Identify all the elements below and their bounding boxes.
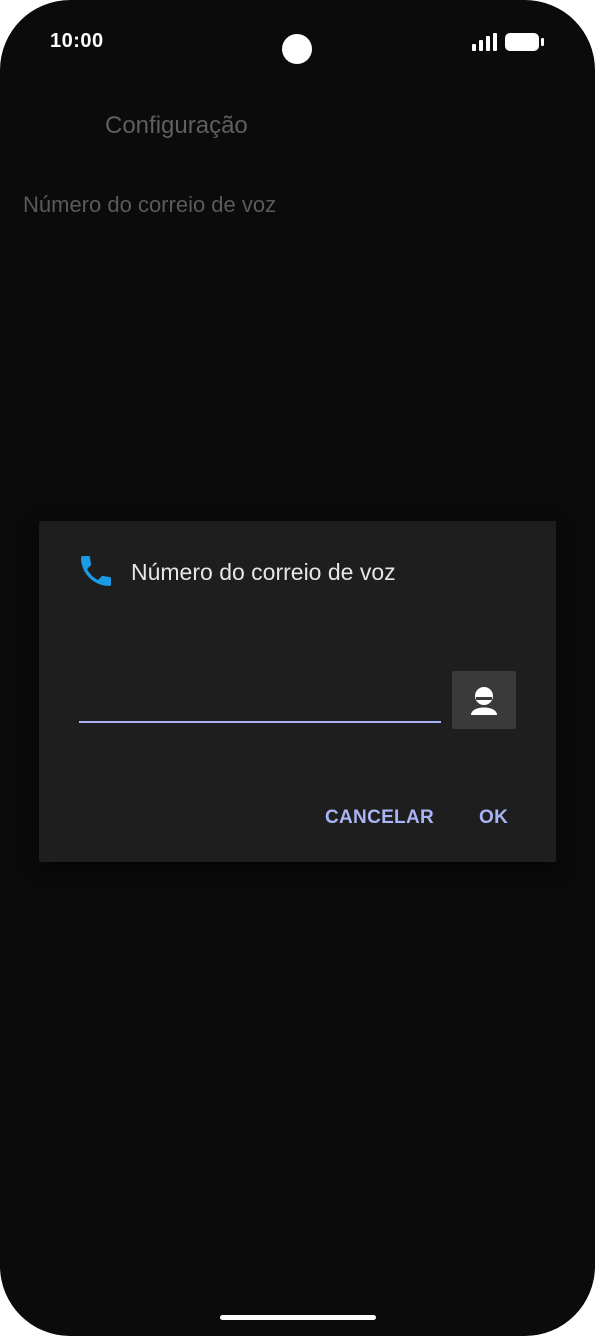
- phone-screen: 10:00 Configuração Número do correio de …: [0, 0, 595, 1336]
- battery-icon: [505, 33, 544, 51]
- cancel-button[interactable]: CANCELAR: [325, 807, 434, 829]
- voicemail-number-setting[interactable]: Número do correio de voz: [23, 192, 276, 218]
- phone-icon: [81, 556, 111, 586]
- settings-title: Configuração: [105, 112, 248, 139]
- contact-person-icon: [471, 687, 497, 715]
- voicemail-number-dialog: Número do correio de voz CANCELAR OK: [39, 521, 556, 862]
- home-indicator[interactable]: [220, 1315, 376, 1320]
- front-camera: [282, 34, 312, 64]
- dialog-title: Número do correio de voz: [131, 559, 396, 585]
- voicemail-number-input[interactable]: [79, 687, 441, 723]
- signal-bars-icon: [472, 33, 497, 51]
- status-time: 10:00: [50, 30, 104, 52]
- contact-picker-button[interactable]: [452, 671, 516, 729]
- status-bar: 10:00: [0, 0, 595, 90]
- ok-button[interactable]: OK: [479, 807, 508, 829]
